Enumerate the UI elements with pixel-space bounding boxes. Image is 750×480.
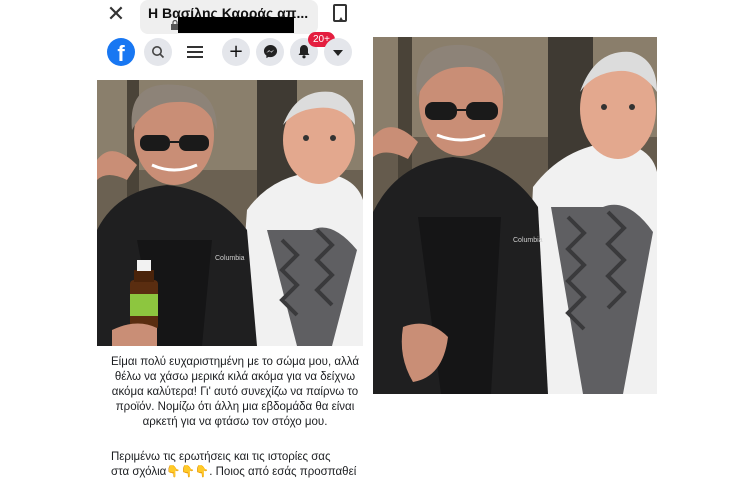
jacket-logo-text: Columbia [215, 255, 245, 262]
post-body-text-2: Περιμένω τις ερωτήσεις και τις ιστορίες … [111, 450, 359, 480]
original-photo: Columbia [373, 37, 657, 394]
messenger-icon[interactable] [256, 38, 284, 66]
plus-icon[interactable]: + [222, 38, 250, 66]
post-line: στα σχόλια👇👇👇. Ποιος από εσάς προσπαθεί [111, 466, 357, 478]
original-photo-illustration: Columbia [373, 37, 657, 394]
facebook-logo-icon[interactable]: f [107, 38, 135, 66]
post-line: Περιμένω τις ερωτήσεις και τις ιστορίες … [111, 451, 331, 463]
caret-down-icon[interactable] [324, 38, 352, 66]
post-photo-illustration: Columbia [97, 80, 363, 346]
post-body-text: Είμαι πολύ ευχαριστημένη με το σώμα μου,… [111, 356, 359, 428]
logo-letter: f [117, 41, 125, 66]
post-photo[interactable]: Columbia [97, 80, 363, 346]
redaction-bar [178, 17, 294, 33]
jacket-logo-text-original: Columbia [513, 237, 543, 244]
menu-icon[interactable] [187, 43, 203, 61]
close-icon[interactable]: ✕ [104, 3, 128, 27]
search-icon[interactable] [144, 38, 172, 66]
bookmark-icon[interactable] [333, 4, 347, 22]
